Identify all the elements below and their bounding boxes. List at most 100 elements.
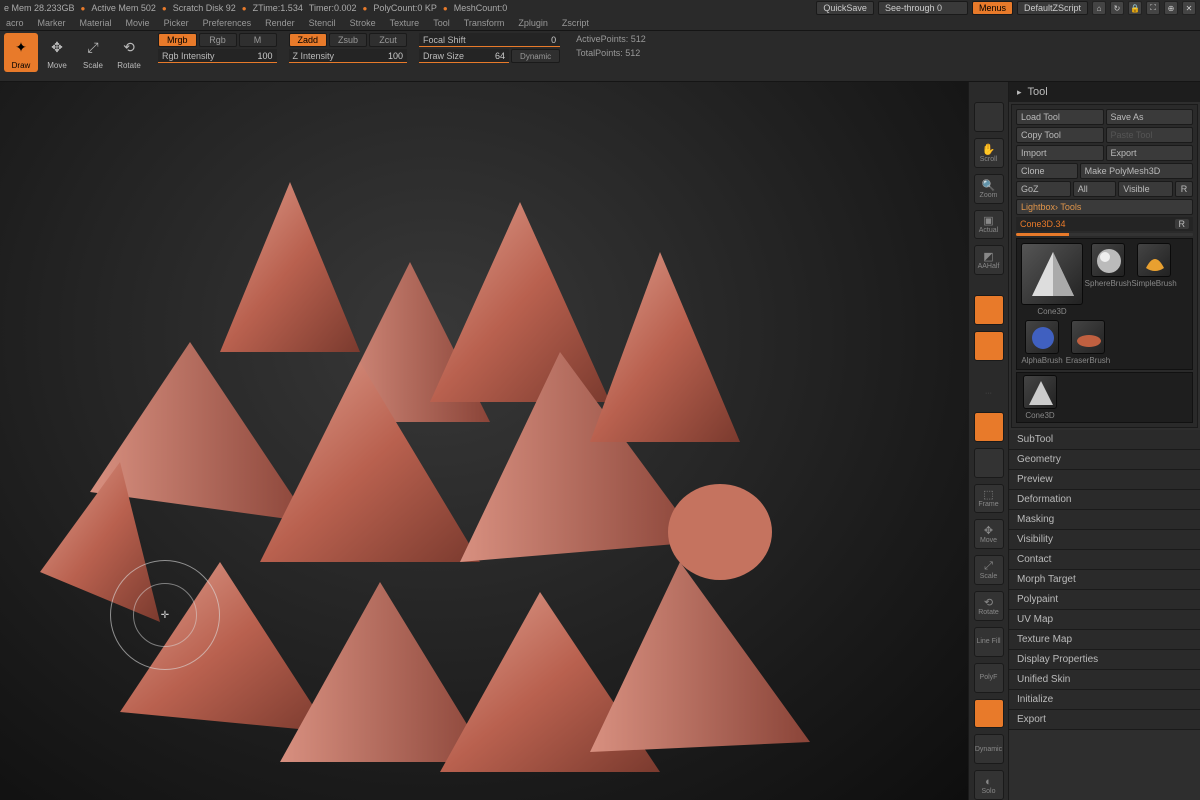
menu-transform[interactable]: Transform (464, 18, 505, 28)
export-button[interactable]: Export (1106, 145, 1194, 161)
z-options: Zadd Zsub Zcut Z Intensity 100 (289, 33, 408, 63)
default-zscript-button[interactable]: DefaultZScript (1017, 1, 1088, 15)
thumb-alphabrush[interactable]: AlphaBrush (1021, 320, 1063, 365)
side-swatch3[interactable] (974, 412, 1004, 442)
side-zoom[interactable]: 🔍Zoom (974, 174, 1004, 204)
draw-icon: ✦ (9, 35, 33, 59)
section-display-properties[interactable]: Display Properties (1009, 650, 1200, 670)
menu-marker[interactable]: Marker (38, 18, 66, 28)
menu-zscript[interactable]: Zscript (562, 18, 589, 28)
goz-r-button[interactable]: R (1175, 181, 1193, 197)
section-morph-target[interactable]: Morph Target (1009, 570, 1200, 590)
thumb-cone3d[interactable]: Cone3D (1021, 243, 1083, 316)
menu-picker[interactable]: Picker (164, 18, 189, 28)
section-subtool[interactable]: SubTool (1009, 430, 1200, 450)
zsub-toggle[interactable]: Zsub (329, 33, 367, 47)
rgb-intensity-slider[interactable]: Rgb Intensity 100 (158, 49, 277, 63)
goz-all-button[interactable]: All (1073, 181, 1117, 197)
section-deformation[interactable]: Deformation (1009, 490, 1200, 510)
m-toggle[interactable]: M (239, 33, 277, 47)
save-as-button[interactable]: Save As (1106, 109, 1194, 125)
side-swatch1[interactable] (974, 295, 1004, 325)
side-linefill[interactable]: Line Fill (974, 627, 1004, 657)
focal-shift-slider[interactable]: Focal Shift 0 (419, 33, 560, 47)
side-frame[interactable]: ⬚Frame (974, 484, 1004, 514)
tool-panel-title[interactable]: Tool (1009, 82, 1200, 102)
section-unified-skin[interactable]: Unified Skin (1009, 670, 1200, 690)
goz-visible-button[interactable]: Visible (1118, 181, 1173, 197)
rotate-mode-button[interactable]: ⟲Rotate (112, 33, 146, 72)
section-geometry[interactable]: Geometry (1009, 450, 1200, 470)
side-polyf[interactable]: PolyF (974, 663, 1004, 693)
clone-button[interactable]: Clone (1016, 163, 1078, 179)
thumb-cone3d-small[interactable]: Cone3D (1019, 375, 1061, 420)
side-aahalf[interactable]: ◩AAHalf (974, 245, 1004, 275)
section-polypaint[interactable]: Polypaint (1009, 590, 1200, 610)
rgb-toggle[interactable]: Rgb (199, 33, 237, 47)
expand-icon[interactable]: ⛶ (1146, 1, 1160, 15)
thumb-eraserbrush[interactable]: EraserBrush (1067, 320, 1109, 365)
section-uv-map[interactable]: UV Map (1009, 610, 1200, 630)
menu-render[interactable]: Render (265, 18, 295, 28)
menu-stroke[interactable]: Stroke (350, 18, 376, 28)
z-intensity-slider[interactable]: Z Intensity 100 (289, 49, 408, 63)
menu-tool[interactable]: Tool (433, 18, 450, 28)
section-initialize[interactable]: Initialize (1009, 690, 1200, 710)
menu-material[interactable]: Material (80, 18, 112, 28)
section-masking[interactable]: Masking (1009, 510, 1200, 530)
section-export[interactable]: Export (1009, 710, 1200, 730)
side-rotate[interactable]: ⟲Rotate (974, 591, 1004, 621)
section-contact[interactable]: Contact (1009, 550, 1200, 570)
side-solo[interactable]: ◐Solo (974, 770, 1004, 800)
side-swatch2[interactable] (974, 331, 1004, 361)
scale-mode-button[interactable]: ⤢Scale (76, 33, 110, 72)
menu-movie[interactable]: Movie (126, 18, 150, 28)
tool-r-button[interactable]: R (1175, 219, 1190, 229)
section-preview[interactable]: Preview (1009, 470, 1200, 490)
rgb-options: Mrgb Rgb M Rgb Intensity 100 (158, 33, 277, 63)
copy-tool-button[interactable]: Copy Tool (1016, 127, 1104, 143)
section-visibility[interactable]: Visibility (1009, 530, 1200, 550)
seethrough-slider[interactable]: See-through 0 (878, 1, 968, 15)
side-scroll[interactable]: ✋Scroll (974, 138, 1004, 168)
side-move[interactable]: ✥Move (974, 519, 1004, 549)
menus-button[interactable]: Menus (972, 1, 1013, 15)
thumb-spherebrush[interactable]: SphereBrush (1087, 243, 1129, 316)
pin-icon[interactable]: ⊕ (1164, 1, 1178, 15)
dynamic-toggle[interactable]: Dynamic (511, 49, 560, 63)
side-blank1[interactable] (974, 102, 1004, 132)
thumb-simplebrush[interactable]: SimpleBrush (1133, 243, 1175, 316)
home-icon[interactable]: ⌂ (1092, 1, 1106, 15)
lock-icon[interactable]: 🔒 (1128, 1, 1142, 15)
zcut-toggle[interactable]: Zcut (369, 33, 407, 47)
side-swatch4[interactable] (974, 699, 1004, 729)
load-tool-button[interactable]: Load Tool (1016, 109, 1104, 125)
menu-preferences[interactable]: Preferences (203, 18, 252, 28)
draw-size-slider[interactable]: Draw Size 64 (419, 49, 509, 63)
scale-icon: ⤢ (81, 35, 105, 59)
draw-mode-button[interactable]: ✦Draw (4, 33, 38, 72)
side-scale[interactable]: ⤢Scale (974, 555, 1004, 585)
refresh-icon[interactable]: ↻ (1110, 1, 1124, 15)
move-mode-button[interactable]: ✥Move (40, 33, 74, 72)
menu-texture[interactable]: Texture (390, 18, 420, 28)
zadd-toggle[interactable]: Zadd (289, 33, 328, 47)
side-dynamic[interactable]: Dynamic (974, 734, 1004, 764)
section-texture-map[interactable]: Texture Map (1009, 630, 1200, 650)
menu-stencil[interactable]: Stencil (309, 18, 336, 28)
mrgb-toggle[interactable]: Mrgb (158, 33, 197, 47)
quicksave-button[interactable]: QuickSave (816, 1, 874, 15)
lightbox-tools-button[interactable]: Lightbox› Tools (1016, 199, 1193, 215)
side-actual[interactable]: ▣Actual (974, 210, 1004, 240)
tool-slider[interactable] (1016, 233, 1193, 236)
mode-buttons: ✦Draw ✥Move ⤢Scale ⟲Rotate (4, 33, 146, 72)
make-polymesh-button[interactable]: Make PolyMesh3D (1080, 163, 1193, 179)
viewport[interactable]: ✛ (0, 82, 968, 800)
menu-zplugin[interactable]: Zplugin (518, 18, 548, 28)
import-button[interactable]: Import (1016, 145, 1104, 161)
menu-bar: acro Marker Material Movie Picker Prefer… (0, 16, 1200, 30)
close-icon[interactable]: ✕ (1182, 1, 1196, 15)
menu-macro[interactable]: acro (6, 18, 24, 28)
side-blank2[interactable] (974, 448, 1004, 478)
goz-button[interactable]: GoZ (1016, 181, 1071, 197)
